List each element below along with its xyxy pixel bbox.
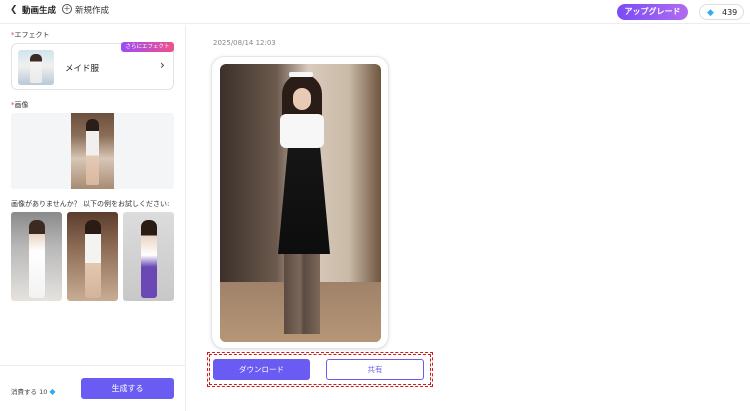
chevron-left-icon[interactable]: ❮ <box>10 5 18 15</box>
download-button[interactable]: ダウンロード <box>213 359 310 380</box>
image-label: *画像 <box>11 101 29 109</box>
plus-circle-icon[interactable]: + <box>62 4 72 14</box>
diamond-icon: ◆ <box>707 8 714 18</box>
generate-button[interactable]: 生成する <box>81 378 174 399</box>
uploaded-image <box>71 113 114 189</box>
effect-name: メイド服 <box>65 64 100 74</box>
result-timestamp: 2025/08/14 12:03 <box>213 39 276 47</box>
result-video[interactable] <box>220 64 381 342</box>
page-title: 動画生成 <box>22 6 57 16</box>
samples-prompt: 画像がありませんか？ 以下の例をお試しください: <box>11 200 170 208</box>
new-create-button[interactable]: 新規作成 <box>75 4 109 16</box>
gem-count: 439 <box>722 8 738 17</box>
more-effects-badge[interactable]: さらにエフェクト <box>121 42 174 52</box>
effect-thumbnail <box>18 50 54 85</box>
sample-image-2[interactable] <box>67 212 118 301</box>
sample-image-1[interactable] <box>11 212 62 301</box>
chevron-right-icon: › <box>160 58 165 72</box>
diamond-icon: ◆ <box>49 387 56 396</box>
top-bar: ❮ 動画生成 + 新規作成 アップグレード ◆ 439 <box>0 0 750 24</box>
consume-cost: 消費する 10 ◆ <box>11 387 56 396</box>
gem-balance[interactable]: ◆ 439 <box>699 4 744 20</box>
share-button[interactable]: 共有 <box>326 359 424 380</box>
effect-label: *エフェクト <box>11 31 50 39</box>
upgrade-button[interactable]: アップグレード <box>617 4 688 20</box>
sample-image-3[interactable] <box>123 212 174 301</box>
image-upload-area[interactable] <box>11 113 174 189</box>
